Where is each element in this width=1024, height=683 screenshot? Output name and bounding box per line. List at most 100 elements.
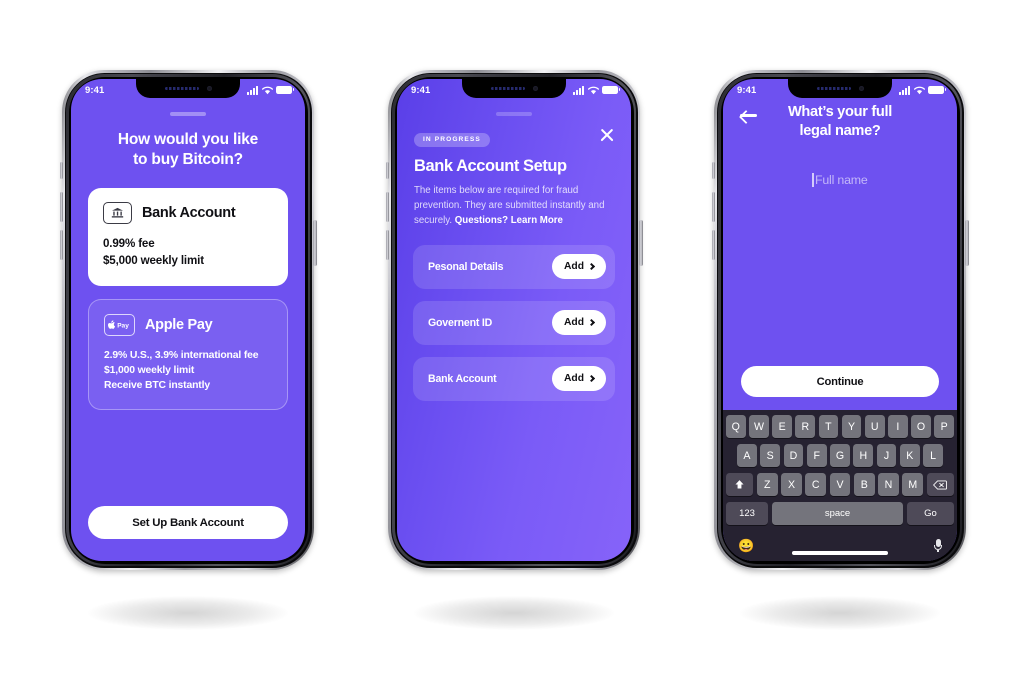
chevron-right-icon — [587, 318, 596, 326]
back-arrow-icon[interactable] — [740, 109, 757, 122]
add-button[interactable]: Add — [552, 366, 606, 392]
key-p[interactable]: P — [934, 415, 954, 438]
option-details: 0.99% fee $5,000 weekly limit — [103, 236, 273, 270]
option-title: Bank Account — [142, 204, 236, 221]
volume-up-button[interactable] — [59, 192, 63, 222]
key-i[interactable]: I — [888, 415, 908, 438]
cellular-signal-icon — [573, 85, 584, 95]
notch — [788, 79, 892, 98]
option-detail-line: Receive BTC instantly — [104, 379, 210, 391]
phone-shadow — [414, 596, 614, 630]
key-e[interactable]: E — [772, 415, 792, 438]
key-f[interactable]: F — [806, 444, 827, 467]
setup-header: IN PROGRESS Bank Account Setup The items… — [397, 128, 631, 228]
mockup-stage: 9:41 How would you like to buy Bitcoin? … — [0, 0, 1024, 683]
keyboard-bottom-bar: 😀 — [726, 530, 954, 561]
go-key[interactable]: Go — [907, 502, 954, 525]
legal-name-screen: What’s your full legal name? Full name C… — [723, 79, 957, 561]
phone-screen-1: 9:41 How would you like to buy Bitcoin? … — [71, 79, 305, 561]
shift-key[interactable] — [726, 473, 754, 496]
option-card-bank-account[interactable]: Bank Account 0.99% fee $5,000 weekly lim… — [88, 187, 288, 286]
power-button[interactable] — [639, 220, 643, 266]
phone-mockup-1: 9:41 How would you like to buy Bitcoin? … — [59, 70, 317, 630]
apple-pay-icon: Pay — [104, 313, 135, 336]
numbers-key[interactable]: 123 — [726, 502, 768, 525]
power-button[interactable] — [965, 220, 969, 266]
key-b[interactable]: B — [853, 473, 875, 496]
add-button[interactable]: Add — [552, 254, 606, 280]
volume-down-button[interactable] — [711, 230, 715, 260]
cellular-signal-icon — [899, 85, 910, 95]
sheet-grabber[interactable] — [496, 112, 532, 116]
space-key[interactable]: space — [771, 502, 904, 525]
earpiece-speaker — [490, 86, 525, 91]
sheet-grabber[interactable] — [170, 112, 206, 116]
backspace-key[interactable] — [926, 473, 954, 496]
volume-up-button[interactable] — [711, 192, 715, 222]
power-button[interactable] — [313, 220, 317, 266]
option-detail-line: $1,000 weekly limit — [104, 364, 195, 376]
text-caret — [812, 172, 814, 187]
key-w[interactable]: W — [749, 415, 769, 438]
status-time: 9:41 — [411, 84, 431, 96]
add-label: Add — [563, 373, 584, 385]
mute-switch[interactable] — [60, 162, 63, 179]
key-d[interactable]: D — [783, 444, 804, 467]
phone-shadow — [740, 596, 940, 630]
key-q[interactable]: Q — [726, 415, 746, 438]
key-k[interactable]: K — [900, 444, 920, 467]
set-up-bank-account-button[interactable]: Set Up Bank Account — [88, 506, 288, 539]
status-badge: IN PROGRESS — [414, 132, 490, 147]
phone-mockup-2: 9:41 IN PROGRESS Bank Account Setup The … — [385, 70, 643, 630]
volume-up-button[interactable] — [385, 192, 389, 222]
volume-down-button[interactable] — [59, 230, 63, 260]
input-placeholder: Full name — [814, 172, 868, 187]
chevron-right-icon — [587, 374, 596, 382]
full-name-input[interactable]: Full name — [723, 171, 957, 189]
setup-row-personal-details[interactable]: Pesonal Details Add — [413, 244, 615, 289]
key-a[interactable]: A — [737, 444, 757, 467]
volume-down-button[interactable] — [385, 230, 389, 260]
key-g[interactable]: G — [830, 444, 850, 467]
setup-description: The items below are required for fraud p… — [414, 183, 614, 228]
option-card-apple-pay[interactable]: Pay Apple Pay 2.9% U.S., 3.9% internatio… — [88, 298, 288, 410]
key-o[interactable]: O — [911, 415, 931, 438]
key-t[interactable]: T — [818, 415, 839, 438]
key-x[interactable]: X — [781, 473, 802, 496]
continue-button[interactable]: Continue — [741, 366, 939, 397]
key-z[interactable]: Z — [756, 473, 778, 496]
mute-switch[interactable] — [386, 162, 389, 179]
mute-switch[interactable] — [712, 162, 715, 179]
key-n[interactable]: N — [878, 473, 899, 496]
option-details: 2.9% U.S., 3.9% international fee $1,000… — [104, 348, 272, 393]
key-m[interactable]: M — [902, 473, 924, 496]
keyboard-row-2: A S D F G H J K L — [726, 444, 954, 467]
key-l[interactable]: L — [923, 444, 943, 467]
setup-row-bank-account[interactable]: Bank Account Add — [413, 356, 615, 401]
close-icon[interactable] — [598, 126, 615, 143]
payment-options-list: Bank Account 0.99% fee $5,000 weekly lim… — [71, 187, 305, 410]
key-v[interactable]: V — [829, 473, 851, 496]
phone-mockup-3: 9:41 What’s your full legal name? Full n… — [711, 70, 969, 630]
phone-screen-2: 9:41 IN PROGRESS Bank Account Setup The … — [397, 79, 631, 561]
key-u[interactable]: U — [864, 415, 885, 438]
key-c[interactable]: C — [805, 473, 827, 496]
add-button[interactable]: Add — [552, 310, 606, 336]
key-y[interactable]: Y — [841, 415, 862, 438]
battery-icon — [276, 86, 295, 94]
learn-more-link[interactable]: Questions? Learn More — [455, 215, 563, 226]
add-label: Add — [563, 261, 584, 273]
wifi-icon — [587, 86, 599, 94]
front-camera-icon — [532, 86, 538, 91]
key-j[interactable]: J — [876, 444, 897, 467]
key-h[interactable]: H — [853, 444, 874, 467]
front-camera-icon — [206, 86, 212, 91]
emoji-icon[interactable]: 😀 — [738, 539, 754, 552]
home-indicator[interactable] — [792, 551, 888, 555]
key-r[interactable]: R — [795, 415, 816, 438]
mic-icon[interactable] — [934, 539, 942, 552]
keyboard-row-3: Z X C V B N M — [726, 473, 954, 496]
key-s[interactable]: S — [760, 444, 780, 467]
battery-icon — [602, 86, 621, 94]
setup-row-government-id[interactable]: Governent ID Add — [413, 300, 615, 345]
